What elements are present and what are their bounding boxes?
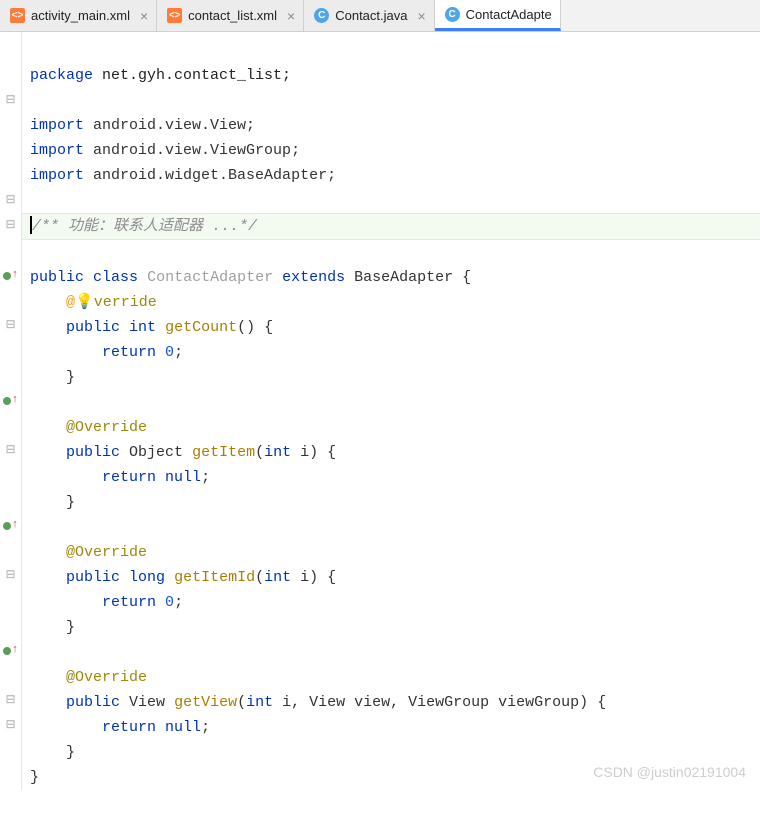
param-type: int xyxy=(264,569,291,586)
number-literal: 0 xyxy=(165,344,174,361)
number-literal: 0 xyxy=(165,594,174,611)
semicolon: ; xyxy=(201,719,210,736)
null-literal: null xyxy=(165,469,201,486)
doc-comment: /** 功能：联系人适配器 ...*/ xyxy=(32,218,257,235)
keyword: public xyxy=(66,319,120,336)
keyword: return xyxy=(102,469,156,486)
param-type: int xyxy=(264,444,291,461)
tab-label: ContactAdapte xyxy=(466,7,552,22)
return-type: Object xyxy=(129,444,183,461)
close-icon[interactable]: × xyxy=(287,8,295,24)
close-icon[interactable]: × xyxy=(140,8,148,24)
keyword: long xyxy=(129,569,165,586)
method-name: getView xyxy=(174,694,237,711)
fold-close-icon[interactable]: ⊟ xyxy=(0,563,21,588)
lightbulb-icon[interactable]: @💡 xyxy=(66,294,94,311)
tab-label: contact_list.xml xyxy=(188,8,277,23)
current-line: /** 功能：联系人适配器 ...*/ xyxy=(22,213,760,240)
override-marker-icon[interactable] xyxy=(0,638,21,663)
override-marker-icon[interactable] xyxy=(0,263,21,288)
xml-icon: <> xyxy=(167,8,182,23)
package-name: net.gyh.contact_list; xyxy=(102,67,291,84)
java-class-icon: C xyxy=(445,7,460,22)
code-area[interactable]: package net.gyh.contact_list; import and… xyxy=(22,32,760,790)
method-name: getItem xyxy=(192,444,255,461)
watermark-text: CSDN @justin02191004 xyxy=(593,764,746,780)
keyword: import xyxy=(30,117,84,134)
method-name: getCount xyxy=(165,319,237,336)
tab-activity-main[interactable]: <> activity_main.xml × xyxy=(0,0,157,31)
tab-label: activity_main.xml xyxy=(31,8,130,23)
fold-icon[interactable]: ⊟ xyxy=(0,188,21,213)
keyword: public xyxy=(66,694,120,711)
method-name: getItemId xyxy=(174,569,255,586)
semicolon: ; xyxy=(201,469,210,486)
brace: { xyxy=(327,444,336,461)
override-marker-icon[interactable] xyxy=(0,513,21,538)
annotation: @Override xyxy=(66,669,147,686)
brace: { xyxy=(327,569,336,586)
override-marker-icon[interactable] xyxy=(0,388,21,413)
annotation: @Override xyxy=(66,544,147,561)
brace: } xyxy=(66,619,75,636)
annotation: @💡verride xyxy=(66,294,157,311)
editor-tabs: <> activity_main.xml × <> contact_list.x… xyxy=(0,0,760,32)
xml-icon: <> xyxy=(10,8,25,23)
brace: { xyxy=(597,694,606,711)
code-editor[interactable]: ⊟ ⊟ ⊟ ⊟ ⊟ ⊟ ⊟ ⊟ package net.gyh.contact_… xyxy=(0,32,760,790)
annotation: @Override xyxy=(66,419,147,436)
brace: } xyxy=(66,744,75,761)
param-type: int xyxy=(246,694,273,711)
class-name: ContactAdapter xyxy=(147,269,273,286)
fold-close-icon[interactable]: ⊟ xyxy=(0,688,21,713)
keyword: int xyxy=(129,319,156,336)
return-type: View xyxy=(129,694,165,711)
keyword: class xyxy=(93,269,138,286)
brace: } xyxy=(66,369,75,386)
close-icon[interactable]: × xyxy=(417,8,425,24)
java-class-icon: C xyxy=(314,8,329,23)
semicolon: ; xyxy=(174,594,183,611)
tab-contact-java[interactable]: C Contact.java × xyxy=(304,0,434,31)
semicolon: ; xyxy=(174,344,183,361)
keyword: public xyxy=(66,569,120,586)
fold-close-icon[interactable]: ⊟ xyxy=(0,438,21,463)
import-path: android.view.ViewGroup; xyxy=(93,142,300,159)
import-path: android.view.View; xyxy=(93,117,255,134)
brace: } xyxy=(30,769,39,786)
base-class: BaseAdapter { xyxy=(354,269,471,286)
gutter-markers: ⊟ ⊟ ⊟ ⊟ ⊟ ⊟ ⊟ ⊟ xyxy=(0,32,22,790)
brace: { xyxy=(264,319,273,336)
fold-icon[interactable]: ⊟ xyxy=(0,88,21,113)
brace: } xyxy=(66,494,75,511)
fold-close-icon[interactable]: ⊟ xyxy=(0,713,21,738)
keyword: import xyxy=(30,167,84,184)
keyword: public xyxy=(66,444,120,461)
keyword: return xyxy=(102,719,156,736)
parens: () xyxy=(237,319,255,336)
tab-contact-list[interactable]: <> contact_list.xml × xyxy=(157,0,304,31)
keyword: extends xyxy=(282,269,345,286)
keyword: public xyxy=(30,269,84,286)
keyword: package xyxy=(30,67,93,84)
keyword: return xyxy=(102,594,156,611)
fold-close-icon[interactable]: ⊟ xyxy=(0,313,21,338)
fold-icon[interactable]: ⊟ xyxy=(0,213,21,238)
tab-label: Contact.java xyxy=(335,8,407,23)
keyword: import xyxy=(30,142,84,159)
tab-contact-adapter[interactable]: C ContactAdapte xyxy=(435,0,561,31)
import-path: android.widget.BaseAdapter; xyxy=(93,167,336,184)
null-literal: null xyxy=(165,719,201,736)
keyword: return xyxy=(102,344,156,361)
